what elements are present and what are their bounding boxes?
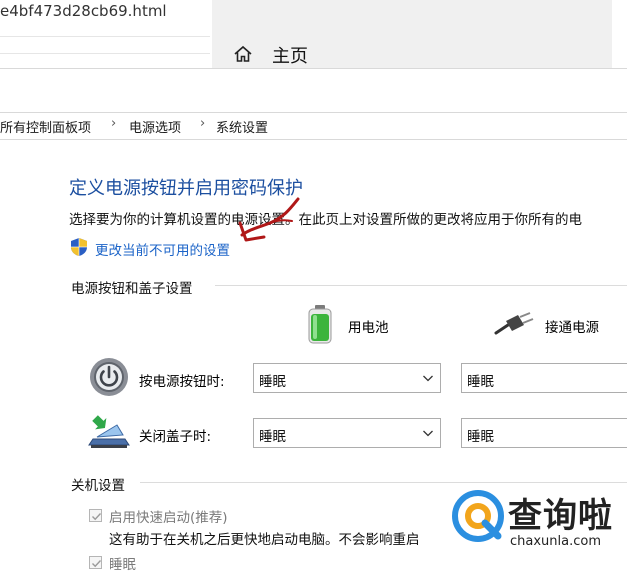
address-bar[interactable] [0, 112, 627, 140]
select-value: 睡眠 [259, 374, 286, 390]
fast-startup-checkbox[interactable] [89, 509, 102, 522]
power-button-row-label: 按电源按钮时: [139, 374, 225, 390]
checkmark-icon [92, 513, 102, 521]
select-value: 睡眠 [259, 429, 286, 445]
power-button-icon [90, 358, 128, 396]
shutdown-section-heading: 关机设置 [71, 474, 131, 494]
breadcrumb-all-control-panel-items[interactable]: 所有控制面板项 [0, 117, 91, 136]
select-value: 睡眠 [467, 429, 494, 445]
power-button-battery-select[interactable]: 睡眠 [253, 363, 441, 393]
settings-home-label[interactable]: 主页 [272, 42, 308, 68]
select-value: 睡眠 [467, 374, 494, 390]
breadcrumb-system-settings[interactable]: 系统设置 [216, 117, 268, 136]
lid-close-row-label: 关闭盖子时: [139, 429, 212, 445]
settings-window-edge [612, 0, 627, 68]
battery-column-label: 用电池 [348, 320, 389, 336]
power-section-heading: 电源按钮和盖子设置 [71, 277, 199, 297]
home-icon[interactable] [233, 44, 253, 64]
annotation-arrow-icon [238, 197, 300, 242]
change-unavailable-settings-link[interactable]: 更改当前不可用的设置 [95, 239, 230, 259]
fast-startup-label: 启用快速启动(推荐) [109, 510, 228, 526]
power-plug-icon [494, 312, 534, 335]
laptop-lid-icon [88, 415, 130, 448]
lid-close-battery-select[interactable]: 睡眠 [253, 418, 441, 448]
breadcrumb-separator: › [111, 116, 117, 131]
battery-icon [308, 305, 332, 344]
watermark-logo-icon [452, 490, 504, 542]
watermark-name: 查询啦 [508, 496, 613, 536]
page-description: 选择要为你的计算机设置的电源设置。在此页上对设置所做的更改将应用于你所有的电 [69, 212, 582, 228]
uac-shield-icon [71, 238, 87, 256]
breadcrumb-power-options[interactable]: 电源选项 [129, 117, 181, 136]
lid-close-plugged-select[interactable]: 睡眠 [461, 418, 627, 448]
power-button-plugged-select[interactable]: 睡眠 [461, 363, 627, 393]
fast-startup-description: 这有助于在关机之后更快地启动电脑。不会影响重启 [109, 532, 420, 548]
sleep-label: 睡眠 [109, 557, 136, 573]
section-divider [215, 285, 627, 286]
watermark-url: chaxunla.com [510, 534, 601, 549]
browser-toolbar-strip [0, 36, 210, 54]
browser-url-text: e4bf473d28cb69.html [0, 2, 167, 20]
breadcrumb-separator: › [200, 116, 206, 131]
sleep-checkbox[interactable] [89, 556, 102, 569]
chevron-down-icon [423, 375, 433, 382]
checkmark-icon [92, 560, 102, 568]
section-divider [140, 482, 627, 483]
plugged-in-column-label: 接通电源 [545, 320, 599, 336]
chevron-down-icon [423, 430, 433, 437]
